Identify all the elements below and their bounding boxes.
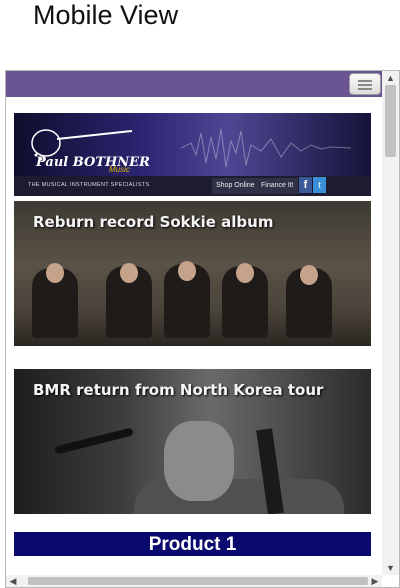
microphone-icon — [54, 427, 134, 455]
header-strip: THE MUSICAL INSTRUMENT SPECIALISTS Shop … — [14, 176, 371, 196]
menu-line-icon — [358, 88, 372, 90]
hamburger-menu-button[interactable] — [349, 73, 381, 95]
brand-sub: Music — [109, 165, 130, 174]
band-photo-figure — [178, 261, 196, 281]
singer-photo-figure — [134, 479, 344, 514]
header-banner: Paul BOTHNER Music THE MUSICAL INSTRUMEN… — [14, 113, 371, 196]
menu-line-icon — [358, 80, 372, 82]
news-title: Reburn record Sokkie album — [33, 213, 274, 231]
horizontal-scrollbar[interactable]: ◀ ▶ — [6, 575, 382, 587]
news-title: BMR return from North Korea tour — [33, 381, 324, 399]
mobile-frame: Paul BOTHNER Music THE MUSICAL INSTRUMEN… — [5, 70, 400, 588]
brand-name: Paul BOTHNER — [36, 155, 150, 170]
sound-wave-graphic — [181, 128, 351, 168]
scroll-up-arrow-icon[interactable]: ▲ — [382, 71, 399, 85]
product-heading[interactable]: Product 1 — [14, 532, 371, 556]
menu-line-icon — [358, 84, 372, 86]
band-photo-figure — [120, 263, 138, 283]
scroll-right-arrow-icon[interactable]: ▶ — [368, 575, 382, 587]
band-photo-figure — [46, 263, 64, 283]
news-card-bmr[interactable]: BMR return from North Korea tour — [14, 369, 371, 514]
band-photo-figure — [300, 265, 318, 285]
tagline: THE MUSICAL INSTRUMENT SPECIALISTS — [28, 182, 150, 188]
finance-it-link[interactable]: Finance It! — [257, 178, 298, 194]
shop-online-link[interactable]: Shop Online — [212, 178, 259, 194]
facebook-icon[interactable]: f — [299, 177, 312, 193]
singer-photo-figure — [164, 421, 234, 501]
twitter-icon[interactable]: t — [313, 177, 326, 193]
news-card-sokkie[interactable]: Reburn record Sokkie album — [14, 201, 371, 346]
band-photo-figure — [236, 263, 254, 283]
vertical-scroll-thumb[interactable] — [385, 85, 396, 157]
top-nav-bar — [6, 71, 382, 97]
vertical-scrollbar[interactable]: ▲ ▼ — [382, 71, 399, 575]
scroll-left-arrow-icon[interactable]: ◀ — [6, 575, 20, 587]
horizontal-scroll-thumb[interactable] — [28, 577, 368, 585]
page-caption: Mobile View — [33, 0, 179, 30]
scroll-down-arrow-icon[interactable]: ▼ — [382, 561, 399, 575]
